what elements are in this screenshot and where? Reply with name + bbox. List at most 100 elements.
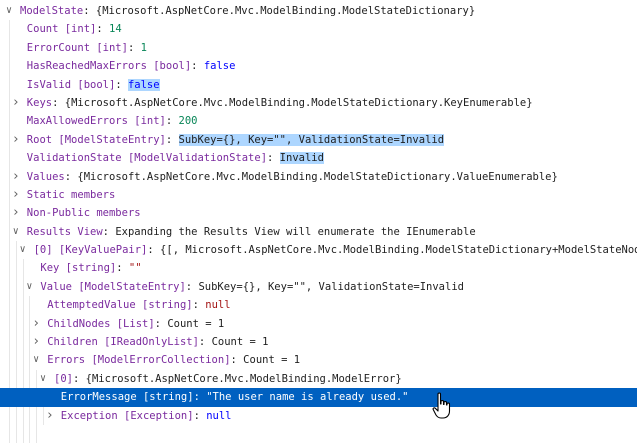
tree-row[interactable]: HasReachedMaxErrors [bool]: false xyxy=(0,57,637,76)
variable-name: Non-Public members xyxy=(26,207,141,220)
variable-value: false xyxy=(127,78,160,91)
indent-guide xyxy=(9,259,10,278)
tree-row[interactable]: › Root [ModelStateEntry]: SubKey={}, Key=… xyxy=(0,130,637,150)
tree-row[interactable]: Key [string]: "" xyxy=(0,259,637,278)
separator: : xyxy=(193,409,207,422)
indent-guide xyxy=(9,277,10,297)
variable-name: ChildNodes [List] xyxy=(47,317,155,330)
indent-guide xyxy=(15,406,17,425)
indent-guide xyxy=(29,406,31,425)
tree-row[interactable]: › Static members xyxy=(0,185,637,205)
tree-row[interactable]: ValidationState [ModelValidationState]: … xyxy=(0,149,637,168)
indent-guide xyxy=(15,369,17,389)
tree-row[interactable]: ErrorMessage [string]: "The user name is… xyxy=(0,388,637,407)
tree-row[interactable]: › Non-Public members xyxy=(0,204,637,223)
separator: : xyxy=(64,170,78,183)
chevron-down-icon[interactable]: ∨ xyxy=(11,223,21,241)
tree-row[interactable]: › Exception [Exception]: null xyxy=(0,406,637,425)
tree-row[interactable]: ∨ Value [ModelStateEntry]: SubKey={}, Key… xyxy=(0,277,637,297)
tree-row[interactable]: › Values: {Microsoft.AspNetCore.Mvc.Model… xyxy=(0,167,637,186)
chevron-right-icon[interactable]: › xyxy=(11,204,21,222)
indent-guide xyxy=(29,369,31,389)
variable-name: Value [ModelStateEntry] xyxy=(40,280,186,293)
tree-row[interactable]: ∨ ModelState: {Microsoft.AspNetCore.Mvc.M… xyxy=(0,2,637,20)
separator: : xyxy=(191,60,204,73)
indent-guide xyxy=(9,241,10,260)
variable-name: IsValid [bool] xyxy=(26,78,116,91)
indent-guide xyxy=(22,333,24,352)
indent-guide xyxy=(9,424,10,443)
separator: : xyxy=(154,317,168,330)
tree-row[interactable]: ∨ Results View: Expanding the Results Vie… xyxy=(0,222,637,242)
variable-name: Errors [ModelErrorCollection] xyxy=(47,354,231,367)
chevron-down-icon[interactable]: ∨ xyxy=(38,370,48,388)
separator: : xyxy=(115,78,128,91)
chevron-right-icon[interactable]: › xyxy=(11,131,21,149)
indent-guide xyxy=(22,369,24,389)
separator: : xyxy=(127,41,141,54)
variable-value: SubKey={}, Key="", ValidationState=Inval… xyxy=(198,280,464,293)
indent-guide xyxy=(22,424,24,443)
tree-row[interactable]: ErrorCount [int]: 1 xyxy=(0,38,637,58)
chevron-down-icon[interactable]: ∨ xyxy=(4,2,14,20)
chevron-down-icon[interactable]: ∨ xyxy=(24,278,34,296)
variable-value: false xyxy=(203,60,236,73)
indent-guide xyxy=(29,424,31,443)
chevron-down-icon[interactable]: ∨ xyxy=(31,351,41,369)
variable-name: MaxAllowedErrors [int] xyxy=(26,115,166,128)
tree-row[interactable]: ∨ Errors [ModelErrorCollection]: Count = … xyxy=(0,351,637,370)
mouse-pointer-hand-icon xyxy=(432,392,451,419)
separator: : xyxy=(185,280,199,293)
variable-value: {Microsoft.AspNetCore.Mvc.ModelBinding.M… xyxy=(64,96,533,109)
variable-value: Count = 1 xyxy=(243,354,301,367)
tree-row[interactable]: Count [int]: 14 xyxy=(0,20,637,39)
tree-row[interactable]: › ChildNodes [List]: Count = 1 xyxy=(0,314,637,334)
separator: : xyxy=(96,23,109,36)
separator: : xyxy=(102,225,116,238)
variable-name: Children [IReadOnlyList] xyxy=(47,336,199,349)
tree-row[interactable]: IsValid [bool]: false xyxy=(0,75,637,94)
indent-guide xyxy=(9,296,10,315)
variable-name: ValidationState [ModelValidationState] xyxy=(26,152,268,165)
separator: : xyxy=(267,152,280,165)
variable-name: [0] xyxy=(54,372,73,385)
tree-row[interactable]: › Keys: {Microsoft.AspNetCore.Mvc.ModelBi… xyxy=(0,93,637,113)
variable-name: Root [ModelStateEntry] xyxy=(26,133,166,146)
separator: : xyxy=(230,354,244,367)
separator: : xyxy=(116,262,129,275)
chevron-right-icon[interactable]: › xyxy=(11,94,21,112)
chevron-down-icon[interactable]: ∨ xyxy=(18,241,28,259)
variable-name: [0] [KeyValuePair] xyxy=(33,244,148,257)
tree-row[interactable]: › Children [IReadOnlyList]: Count = 1 xyxy=(0,333,637,352)
variable-value: 14 xyxy=(109,23,122,36)
indent-guide xyxy=(15,333,17,352)
variables-tree[interactable]: ∨ ModelState: {Microsoft.AspNetCore.Mvc.M… xyxy=(0,2,637,443)
variable-value: Count = 1 xyxy=(211,336,269,349)
chevron-right-icon[interactable]: › xyxy=(11,168,21,186)
variable-value: Count = 1 xyxy=(167,317,225,330)
tree-row[interactable] xyxy=(0,424,637,443)
variable-name: Values xyxy=(26,170,65,183)
chevron-right-icon[interactable]: › xyxy=(31,315,41,333)
tree-row[interactable]: ∨ [0]: {Microsoft.AspNetCore.Mvc.ModelBin… xyxy=(0,369,637,389)
variable-name: Key [string] xyxy=(40,262,117,275)
variable-value: {Microsoft.AspNetCore.Mvc.ModelBinding.M… xyxy=(85,372,402,385)
chevron-right-icon[interactable]: › xyxy=(11,186,21,204)
variable-value: {Microsoft.AspNetCore.Mvc.ModelBinding.M… xyxy=(77,170,558,183)
indent-guide xyxy=(22,406,24,425)
chevron-right-icon[interactable]: › xyxy=(31,333,41,351)
indent-guide xyxy=(9,351,10,370)
tree-row[interactable]: ∨ [0] [KeyValuePair]: {[, Microsoft.AspNe… xyxy=(0,241,637,260)
chevron-right-icon[interactable]: › xyxy=(45,407,55,425)
tree-row[interactable]: AttemptedValue [string]: null xyxy=(0,296,637,315)
tree-row[interactable]: MaxAllowedErrors [int]: 200 xyxy=(0,112,637,131)
indent-guide xyxy=(9,333,10,352)
